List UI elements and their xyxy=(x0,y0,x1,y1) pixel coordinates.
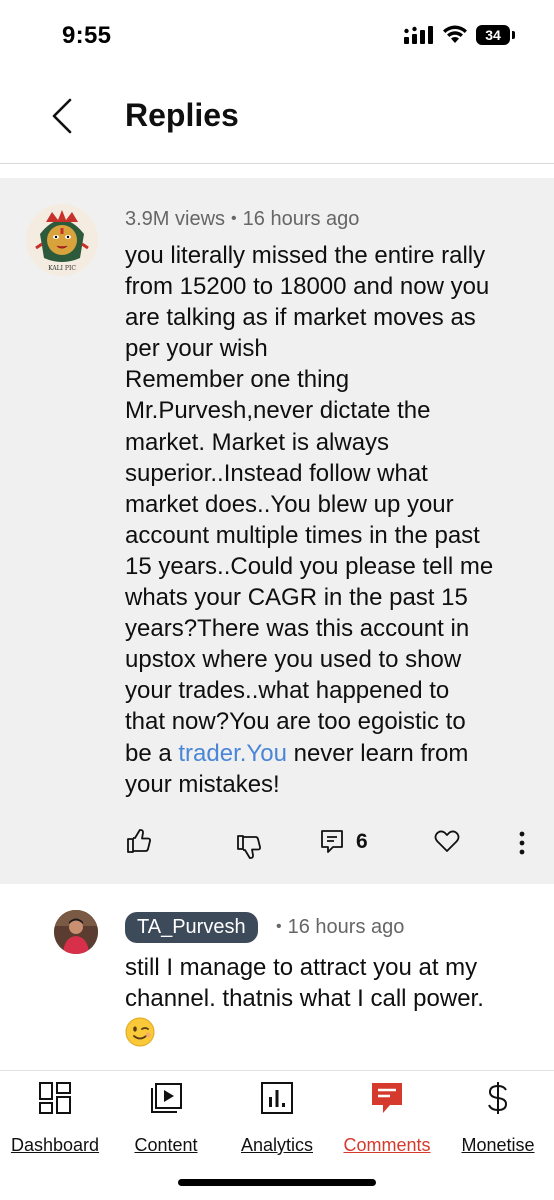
reply-count: 6 xyxy=(356,830,368,853)
comment-line: be a trader.You never learn from xyxy=(125,739,469,767)
nav-comments[interactable]: Comments xyxy=(332,1081,442,1161)
reply-line: still I manage to attract you at my xyxy=(125,954,478,981)
battery-level: 34 xyxy=(476,25,510,45)
comment-actions: 6 xyxy=(0,826,554,866)
comment-line: account multiple times in the past xyxy=(125,521,480,549)
wifi-icon xyxy=(443,25,467,43)
comment-line: your trades..what happened to xyxy=(125,677,450,705)
comment-line: 15 years..Could you please tell me xyxy=(125,552,494,580)
monetise-icon xyxy=(488,1082,508,1114)
analytics-icon xyxy=(261,1082,293,1114)
dashboard-icon xyxy=(39,1082,71,1114)
header: Replies xyxy=(0,74,554,164)
status-bar: 9:55 34 xyxy=(0,0,554,74)
page-title: Replies xyxy=(125,97,239,133)
parent-comment: KALI PIC 3.9M views • 16 hours ago you lit… xyxy=(0,178,554,884)
kali-avatar-icon: KALI PIC xyxy=(26,204,98,276)
comment-line: per your wish xyxy=(125,335,268,363)
thumbs-up-icon[interactable] xyxy=(126,828,152,854)
back-chevron-icon[interactable] xyxy=(46,96,78,136)
nav-monetise[interactable]: Monetise xyxy=(443,1081,553,1161)
comment-line: whats your CAGR in the past 15 xyxy=(125,584,468,612)
nav-label-analytics: Analytics xyxy=(240,1135,314,1155)
nav-label-monetise: Monetise xyxy=(461,1135,535,1155)
thumbs-down-icon[interactable] xyxy=(236,834,262,860)
comment-line: from 15200 to 18000 and now you xyxy=(125,273,490,301)
winking-face-emoji-icon xyxy=(125,1017,155,1047)
reply-text: still I manage to attract you at my chan… xyxy=(125,952,535,1014)
nav-label-comments: Comments xyxy=(343,1135,431,1155)
comment-time: 16 hours ago xyxy=(242,208,360,230)
comment-line: that now?You are too egoistic to xyxy=(125,708,466,736)
view-count: 3.9M views xyxy=(125,208,226,230)
status-time: 9:55 xyxy=(62,22,112,49)
commenter-avatar[interactable]: KALI PIC xyxy=(26,204,98,276)
reply-author-chip[interactable]: TA_Purvesh xyxy=(125,912,258,943)
comment-line: upstox where you used to show xyxy=(125,646,462,674)
nav-content[interactable]: Content xyxy=(111,1081,221,1161)
nav-label-content: Content xyxy=(134,1135,198,1155)
comment-line: Mr.Purvesh,never dictate the xyxy=(125,397,431,425)
home-indicator[interactable] xyxy=(178,1179,376,1186)
comment-line: superior..Instead follow what xyxy=(125,459,428,487)
bottom-navigation: Dashboard Content Analytics Comments Mon… xyxy=(0,1070,554,1200)
reply-line: channel. thatnis what I call power. xyxy=(125,985,484,1013)
comment-text: you literally missed the entire rally fr… xyxy=(125,240,535,800)
reply-icon[interactable] xyxy=(320,829,344,855)
comment-line: Remember one thing xyxy=(125,366,350,394)
more-options-icon[interactable] xyxy=(514,830,530,856)
battery-icon: 34 xyxy=(476,25,516,45)
nav-label-dashboard: Dashboard xyxy=(10,1135,100,1155)
comment-line: market does..You blew up your xyxy=(125,490,454,518)
comment-line: your mistakes! xyxy=(125,770,280,798)
cellular-signal-icon xyxy=(404,26,433,44)
person-avatar-icon xyxy=(54,910,98,954)
content-icon xyxy=(151,1083,182,1113)
heart-icon[interactable] xyxy=(434,829,460,853)
comment-meta: 3.9M views • 16 hours ago xyxy=(125,208,360,230)
nav-analytics[interactable]: Analytics xyxy=(222,1081,332,1161)
reply-time: 16 hours ago xyxy=(287,916,405,938)
reply-meta: • 16 hours ago xyxy=(276,916,405,938)
comments-icon xyxy=(372,1083,402,1113)
reply-author-avatar[interactable] xyxy=(54,910,98,954)
nav-dashboard[interactable]: Dashboard xyxy=(0,1081,110,1161)
comment-line: you literally missed the entire rally xyxy=(125,242,486,269)
comment-line: market. Market is always xyxy=(125,428,390,456)
avatar-caption: KALI PIC xyxy=(48,265,76,272)
comment-link[interactable]: trader.You xyxy=(178,740,287,767)
comment-line: years?There was this account in xyxy=(125,615,470,643)
reply-comment: TA_Purvesh • 16 hours ago still I manage … xyxy=(0,884,554,1070)
comment-line: are talking as if market moves as xyxy=(125,304,476,332)
